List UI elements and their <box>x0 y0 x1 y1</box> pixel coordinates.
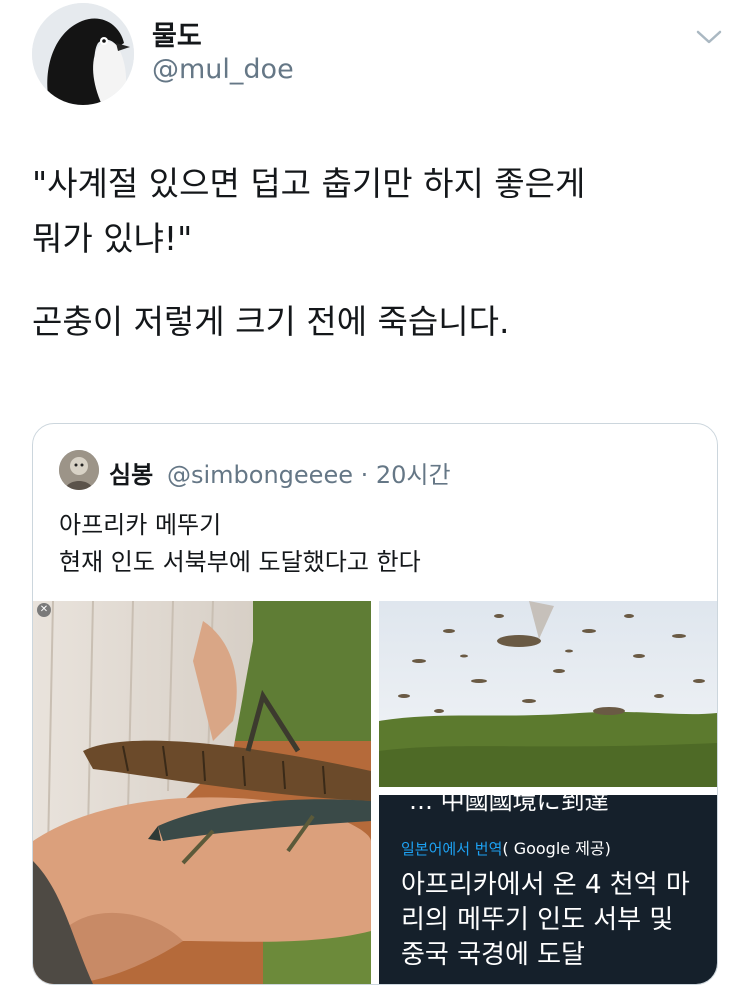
translation-source: 일본어에서 번역 <box>401 840 503 858</box>
media-grid: ✕ … 中國國境に到達 일본어에서 번역(Google 제공) 아프리카에서 … <box>33 601 717 984</box>
avatar[interactable] <box>32 3 134 105</box>
translation-provider: ( Google 제공) <box>502 839 611 858</box>
quote-text-line: 아프리카 메뚜기 <box>59 511 222 539</box>
translated-text-line: 중국 국경에 도달 <box>401 940 585 970</box>
quoted-tweet-card[interactable]: 심봉 @simbongeeee · 20시간 아프리카 메뚜기 현재 인도 서북… <box>32 423 718 985</box>
translated-article-snippet[interactable]: … 中國國境に到達 일본어에서 번역( Google 제공) 아프리카에서 온 … <box>379 795 717 984</box>
user-handle[interactable]: @mul_doe <box>152 54 294 85</box>
translation-label[interactable]: 일본어에서 번역( Google 제공) <box>401 835 611 859</box>
display-name[interactable]: 물도 <box>152 14 202 53</box>
close-icon[interactable]: ✕ <box>37 603 51 617</box>
chevron-down-icon[interactable] <box>694 26 724 48</box>
locust-swarm-photo[interactable] <box>379 601 717 787</box>
tweet-text-line: "사계절 있으면 덥고 춥기만 하지 좋은게 <box>32 164 586 203</box>
user-avatar-icon <box>59 450 99 490</box>
tweet-text-line: 곤충이 저렇게 크기 전에 죽습니다. <box>32 302 510 341</box>
tweet-text-line: 뭐가 있냐!" <box>32 219 193 258</box>
quote-timestamp[interactable]: · 20시간 <box>361 461 451 489</box>
quote-display-name[interactable]: 심봉 <box>109 455 153 490</box>
quote-handle[interactable]: @simbongeeee <box>167 461 353 489</box>
quote-handle-time: @simbongeeee · 20시간 <box>167 455 451 490</box>
quote-avatar[interactable] <box>59 450 99 490</box>
penguin-avatar-icon <box>32 3 134 105</box>
translated-text-line: 아프리카에서 온 4 천억 마 <box>401 870 690 900</box>
cut-off-headline: … 中國國境に到達 <box>409 795 609 815</box>
quote-text-line: 현재 인도 서북부에 도달했다고 한다 <box>59 548 421 576</box>
translated-text-line: 리의 메뚜기 인도 서부 및 <box>401 905 674 935</box>
locust-on-hand-photo[interactable]: ✕ <box>33 601 371 984</box>
